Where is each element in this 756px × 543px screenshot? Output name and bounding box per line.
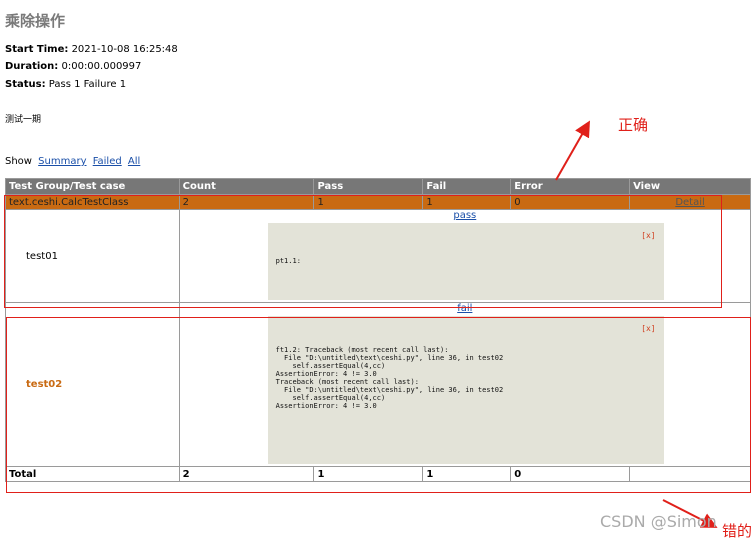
annotation-correct: 正确 [618,116,649,134]
arrow-icon [555,120,590,181]
annotation-wrong: 错的 [722,522,753,540]
annotation-arrows [555,120,718,528]
watermark: CSDN @Simon [600,512,717,531]
